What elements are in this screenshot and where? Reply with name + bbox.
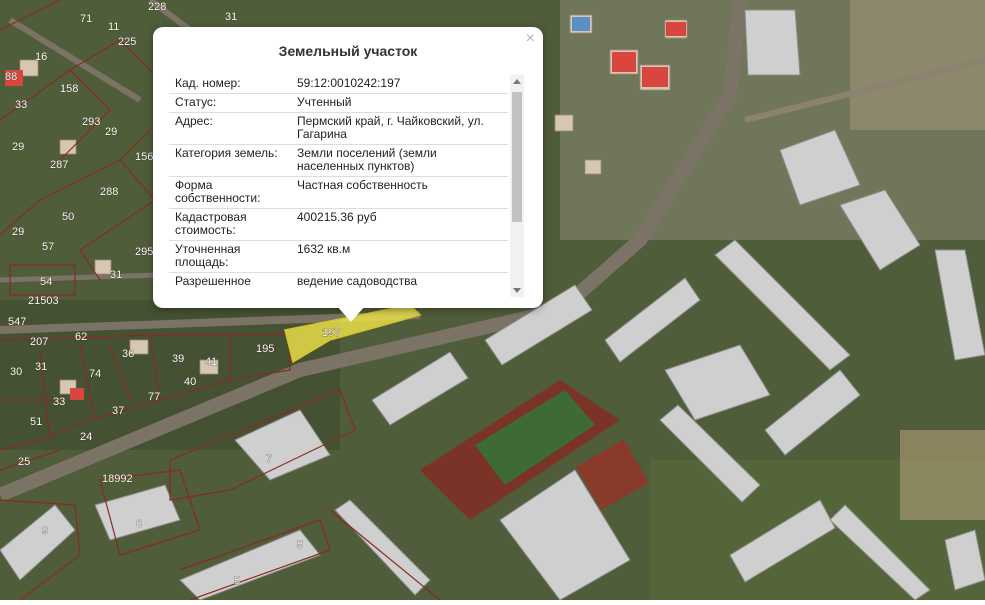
plot-number-label: 40 [184,376,196,388]
info-value: Частная собственность [291,176,508,209]
table-row: Форма собственности: Частная собственнос… [169,176,508,209]
plot-number-label: 88 [5,71,17,83]
table-row: Уточненная площадь: 1632 кв.м [169,240,508,273]
popup-title: Земельный участок [278,43,418,59]
plot-number-label: 547 [8,316,26,328]
info-key: Статус: [169,93,291,113]
table-row: Адрес: Пермский край, г. Чайковский, ул.… [169,112,508,145]
info-key: Кад. номер: [169,75,291,94]
plot-number-label: 33 [15,99,27,111]
plot-number-label: 29 [105,126,117,138]
plot-number-label: 288 [100,186,118,198]
info-key: Кадастровая стоимость: [169,208,291,241]
info-value: 400215.36 руб [291,208,508,241]
popup-pointer [337,306,365,322]
plot-number-label: 30 [10,366,22,378]
plot-number-label: 36 [122,348,134,360]
plot-number-label: 7 [266,453,272,465]
info-key: Уточненная площадь: [169,240,291,273]
plot-number-label: 77 [148,391,160,403]
plot-number-label: 5 [297,539,303,551]
plot-number-label: 33 [53,396,65,408]
plot-number-label: 29 [12,141,24,153]
scroll-thumb[interactable] [512,92,522,222]
popup-scrollbar[interactable] [510,75,524,297]
scroll-down-icon[interactable] [513,288,521,293]
plot-number-label: 287 [50,159,68,171]
plot-number-label: 57 [42,241,54,253]
plot-number-label: 50 [62,211,74,223]
table-row: Кадастровая стоимость: 400215.36 руб [169,208,508,241]
plot-number-label: 293 [82,116,100,128]
table-row: Кад. номер: 59:12:0010242:197 [169,75,508,94]
info-value: Пермский край, г. Чайковский, ул. Гагари… [291,112,508,145]
parcel-info-table: Кад. номер: 59:12:0010242:197 Статус: Уч… [169,75,508,297]
scroll-up-icon[interactable] [513,79,521,84]
plot-number-label: 9 [42,525,48,537]
plot-number-label: 295 [135,246,153,258]
plot-number-label: 156 [135,151,153,163]
plot-number-label: 41 [205,356,217,368]
info-value: Учтенный [291,93,508,113]
plot-number-label: 11 [108,21,119,33]
plot-number-label: 51 [30,416,42,428]
plot-number-label: 195 [256,343,274,355]
plot-number-label: 29 [12,226,24,238]
plot-number-label: 207 [30,336,48,348]
info-value: ведение садоводства [291,272,508,297]
selected-plot-label: 197 [322,327,340,339]
plot-number-label: 31 [225,11,237,23]
plot-number-label: 39 [172,353,184,365]
plot-number-label: 228 [148,1,166,13]
plot-number-label: 16 [35,51,47,63]
info-key: Адрес: [169,112,291,145]
plot-number-label: 25 [18,456,30,468]
plot-number-label: 18992 [102,473,133,485]
plot-number-label: 54 [40,276,52,288]
plot-number-label: 158 [60,83,78,95]
table-row: Разрешенное ведение садоводства [169,272,508,297]
plot-number-label: 24 [80,431,92,443]
popup-body[interactable]: Кад. номер: 59:12:0010242:197 Статус: Уч… [169,75,524,297]
info-value: 59:12:0010242:197 [291,75,508,94]
plot-number-label: 71 [80,13,92,25]
plot-number-label: 37 [112,405,124,417]
info-key: Форма собственности: [169,176,291,209]
parcel-info-popup: Земельный участок × Кад. номер: 59:12:00… [153,27,543,322]
close-icon[interactable]: × [526,31,535,47]
plot-number-label: 21503 [28,295,59,307]
plot-number-label: 74 [89,368,101,380]
info-key: Категория земель: [169,144,291,177]
plot-number-label: 5 [234,575,240,587]
plot-number-label: 62 [75,331,87,343]
plot-number-label: 31 [35,361,47,373]
plot-number-label: 6 [136,518,142,530]
table-row: Статус: Учтенный [169,93,508,113]
info-key: Разрешенное [169,272,291,297]
plot-number-label: 31 [110,269,122,281]
info-value: Земли поселений (земли населенных пункто… [291,144,508,177]
info-value: 1632 кв.м [291,240,508,273]
table-row: Категория земель: Земли поселений (земли… [169,144,508,177]
plot-number-label: 225 [118,36,136,48]
